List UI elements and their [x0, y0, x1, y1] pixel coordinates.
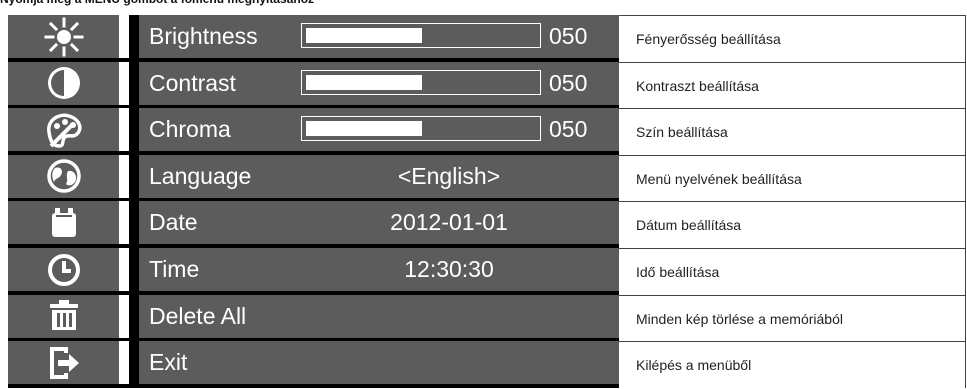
description-text: Minden kép törlése a memóriából — [636, 310, 843, 327]
menu-item-label: Date — [149, 209, 198, 236]
menu-item-label: Exit — [149, 349, 188, 376]
time-value[interactable]: 12:30:30 — [299, 248, 599, 291]
description-row: Szín beállítása — [619, 109, 965, 156]
clock-icon — [8, 248, 119, 291]
menu-item-label: Language — [149, 162, 252, 189]
globe-icon — [8, 154, 119, 198]
exit-icon — [8, 341, 119, 385]
slider-fill — [306, 74, 422, 90]
brightness-slider[interactable] — [301, 23, 541, 48]
menu-item-contrast[interactable]: Contrast 050 — [8, 61, 619, 109]
description-text: Kontraszt beállítása — [636, 77, 759, 94]
description-row: Menü nyelvének beállítása — [619, 156, 965, 203]
row-separator — [119, 341, 129, 385]
row-separator — [119, 108, 129, 152]
description-text: Fényerősség beállítása — [636, 31, 781, 47]
menu-item-body: Time 12:30:30 — [139, 248, 619, 291]
menu-item-body: Date 2012-01-01 — [139, 201, 619, 245]
description-row: Kilépés a menüből — [619, 342, 965, 389]
description-text: Menü nyelvének beállítása — [636, 170, 802, 187]
menu-item-body: Exit — [139, 341, 619, 385]
menu-item-delete-all[interactable]: Delete All — [8, 294, 619, 342]
language-value[interactable]: <English> — [299, 155, 599, 198]
description-row: Idő beállítása — [619, 249, 965, 296]
description-row: Kontraszt beállítása — [619, 63, 965, 110]
description-table: Fényerősség beállítása Kontraszt beállít… — [619, 15, 966, 388]
contrast-slider[interactable] — [301, 69, 541, 95]
row-separator — [119, 154, 129, 198]
description-text: Idő beállítása — [636, 264, 720, 280]
description-row: Dátum beállítása — [619, 202, 965, 249]
menu-item-body: Contrast 050 — [139, 61, 619, 105]
menu-item-label: Delete All — [149, 302, 247, 329]
date-value[interactable]: 2012-01-01 — [299, 201, 599, 244]
row-separator — [119, 201, 129, 245]
slider-value: 050 — [549, 23, 588, 49]
row-separator — [119, 248, 129, 291]
menu-item-body: Language <English> — [139, 154, 619, 198]
menu-item-label: Contrast — [149, 69, 236, 96]
menu-item-body: Brightness 050 — [139, 15, 619, 58]
description-row: Minden kép törlése a memóriából — [619, 296, 965, 343]
description-text: Kilépés a menüből — [636, 357, 752, 374]
row-separator — [119, 294, 129, 338]
menu-item-label: Chroma — [149, 116, 231, 143]
menu-item-date[interactable]: Date 2012-01-01 — [8, 201, 619, 248]
calendar-icon — [8, 201, 119, 245]
menu-item-language[interactable]: Language <English> — [8, 154, 619, 202]
row-separator — [119, 61, 129, 105]
description-row: Fényerősség beállítása — [619, 16, 965, 63]
page-caption: Nyomja meg a MENU gombot a főmenü megnyi… — [0, 0, 600, 8]
brightness-icon — [8, 15, 119, 58]
menu-item-body: Delete All — [139, 294, 619, 338]
slider-fill — [306, 28, 422, 43]
menu-item-brightness[interactable]: Brightness 050 — [8, 15, 619, 62]
menu-item-chroma[interactable]: Chroma 050 — [8, 108, 619, 155]
menu-item-time[interactable]: Time 12:30:30 — [8, 248, 619, 295]
contrast-icon — [8, 61, 119, 105]
menu-item-exit[interactable]: Exit — [8, 341, 619, 388]
slider-value: 050 — [549, 69, 588, 96]
row-separator — [119, 15, 129, 58]
description-text: Szín beállítása — [636, 124, 728, 141]
chroma-icon — [8, 108, 119, 152]
menu-item-label: Brightness — [149, 23, 258, 49]
osd-main-menu: Brightness 050 Contrast 050 Chroma 050 L… — [8, 15, 619, 388]
chroma-slider[interactable] — [301, 116, 541, 142]
slider-fill — [306, 121, 422, 137]
trash-icon — [8, 294, 119, 338]
description-text: Dátum beállítása — [636, 217, 742, 234]
menu-item-body: Chroma 050 — [139, 108, 619, 152]
menu-item-label: Time — [149, 256, 200, 282]
slider-value: 050 — [549, 116, 588, 143]
